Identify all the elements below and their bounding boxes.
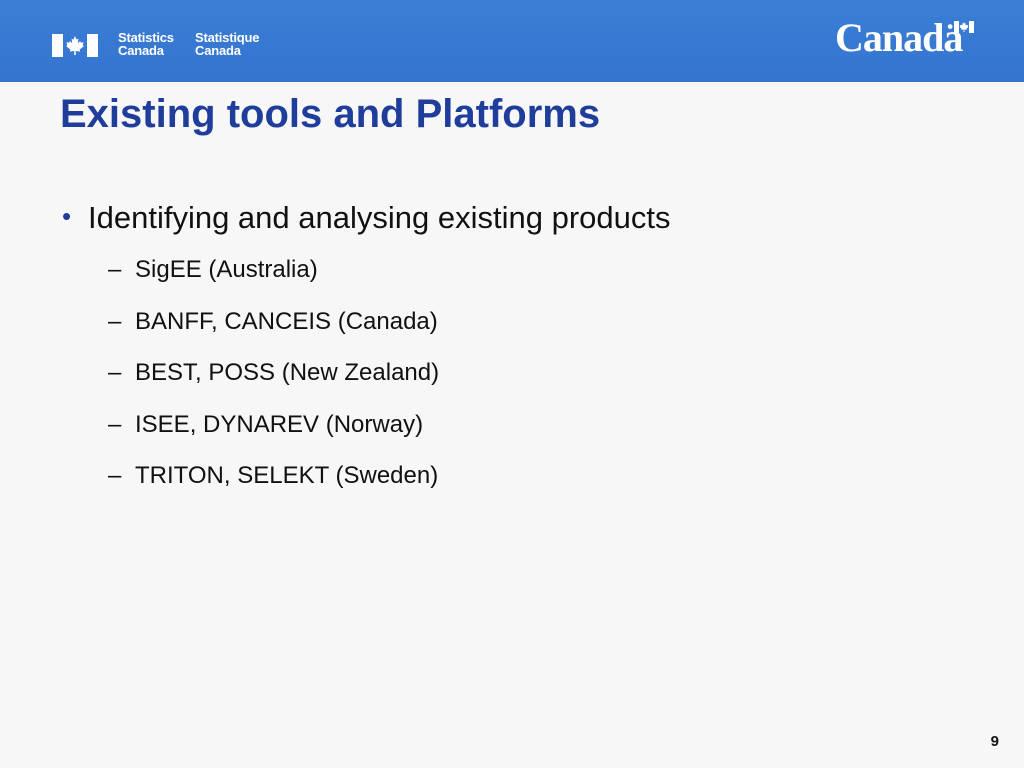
sub-bullet-text: BANFF, CANCEIS (Canada) [135, 307, 438, 335]
bullet-marker: • [62, 201, 72, 231]
slide-title: Existing tools and Platforms [60, 92, 601, 136]
sub-bullet-item: – SigEE (Australia) [108, 254, 808, 306]
sub-bullet-marker: – [108, 256, 122, 283]
sub-bullet-text: TRITON, SELEKT (Sweden) [135, 462, 439, 489]
agency-name-english: Statistics Canada [118, 31, 174, 57]
sub-bullet-item: – TRITON, SELEKT (Sweden) [108, 460, 808, 512]
canada-wordmark-logo: Canadä [835, 16, 985, 60]
sub-bullet-text: BEST, POSS (New Zealand) [135, 359, 440, 386]
canada-wordmark-text: Canadä [835, 15, 963, 60]
bullet-text: Identifying and analysing existing produ… [88, 200, 671, 235]
sub-bullet-marker: – [108, 307, 122, 335]
agency-name-french: Statistique Canada [195, 31, 259, 57]
header-band: Statistics Canada Statistique Canada Can… [0, 0, 1024, 82]
sub-bullet-marker: – [108, 462, 122, 489]
sub-bullet-text: ISEE, DYNAREV (Norway) [135, 410, 424, 438]
sub-bullet-marker: – [108, 410, 122, 438]
sub-bullet-marker: – [108, 359, 122, 386]
sub-bullet-item: – BANFF, CANCEIS (Canada) [108, 306, 808, 358]
page-number: 9 [990, 733, 999, 750]
agency-name-french-line-2: Canada [195, 43, 241, 58]
agency-name-english-line-2: Canada [118, 43, 164, 58]
sub-bullet-text: SigEE (Australia) [135, 256, 318, 283]
canada-flag-icon [954, 21, 974, 33]
sub-bullet-list: – SigEE (Australia) – BANFF, CANCEIS (Ca… [108, 254, 808, 512]
sub-bullet-item: – ISEE, DYNAREV (Norway) [108, 409, 808, 461]
sub-bullet-item: – BEST, POSS (New Zealand) [108, 357, 808, 409]
canada-flag-icon [52, 34, 98, 57]
